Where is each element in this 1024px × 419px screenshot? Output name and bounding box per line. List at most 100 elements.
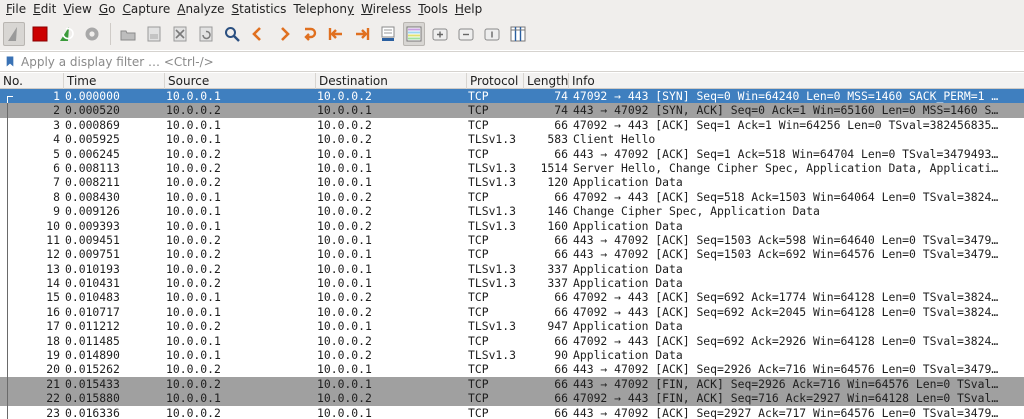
- column-header-info[interactable]: Info: [569, 73, 1024, 89]
- packet-source: 10.0.0.2: [166, 146, 221, 161]
- menu-file[interactable]: File: [4, 0, 31, 18]
- capture-options-button[interactable]: [81, 22, 103, 46]
- go-first-button[interactable]: [325, 22, 347, 46]
- normal-size-icon: [484, 28, 500, 41]
- packet-destination: 10.0.0.1: [317, 160, 372, 175]
- packet-row[interactable]: 23 0.016336 10.0.0.2 10.0.0.1 TCP 66 443 → 470…: [0, 405, 1024, 419]
- packet-row[interactable]: 11 0.009451 10.0.0.2 10.0.0.1 TCP 66 443 → 470…: [0, 232, 1024, 248]
- start-capture-button[interactable]: [3, 22, 25, 46]
- packet-row[interactable]: 3 0.000869 10.0.0.1 10.0.0.2 TCP 66 47092 → 44…: [0, 117, 1024, 133]
- menu-help[interactable]: Help: [453, 0, 487, 18]
- packet-row[interactable]: 5 0.006245 10.0.0.2 10.0.0.1 TCP 66 443 → 4709…: [0, 146, 1024, 161]
- packet-row[interactable]: 18 0.011485 10.0.0.1 10.0.0.2 TCP 66 47092 → 4…: [0, 333, 1024, 349]
- packet-row[interactable]: 7 0.008211 10.0.0.2 10.0.0.1 TLSv1.3 120 Appli…: [0, 175, 1024, 190]
- go-back-button[interactable]: [247, 22, 269, 46]
- packet-row[interactable]: 4 0.005925 10.0.0.1 10.0.0.2 TLSv1.3 583 Clien…: [0, 132, 1024, 147]
- zoom-out-icon: [458, 28, 474, 41]
- menu-help-label: elp: [463, 2, 483, 16]
- packet-time: 0.010483: [65, 290, 120, 305]
- packet-row[interactable]: 19 0.014890 10.0.0.1 10.0.0.2 TLSv1.3 90 Appli…: [0, 348, 1024, 363]
- packet-row[interactable]: 14 0.010431 10.0.0.2 10.0.0.1 TLSv1.3 337 Appl…: [0, 276, 1024, 291]
- column-header-time[interactable]: Time: [64, 73, 165, 89]
- go-back-icon: [252, 27, 261, 41]
- packet-number: 13: [46, 261, 60, 276]
- packet-number: 19: [46, 348, 60, 363]
- column-header-no[interactable]: No.: [0, 73, 64, 89]
- zoom-out-button[interactable]: [455, 22, 477, 46]
- menu-go[interactable]: Go: [97, 0, 121, 18]
- packet-info: 47092 → 443 [ACK] Seq=692 Ack=2926 Win=6…: [573, 333, 999, 348]
- packet-row[interactable]: 12 0.009751 10.0.0.2 10.0.0.1 TCP 66 443 → 470…: [0, 247, 1024, 262]
- packet-row[interactable]: 21 0.015433 10.0.0.2 10.0.0.1 TCP 66 443 → 470…: [0, 376, 1024, 392]
- packet-time: 0.000000: [65, 89, 120, 103]
- menu-analyze[interactable]: Analyze: [175, 0, 229, 18]
- save-file-button[interactable]: [143, 22, 165, 46]
- packet-row[interactable]: 22 0.015880 10.0.0.1 10.0.0.2 TCP 66 47092 → 4…: [0, 391, 1024, 406]
- packet-row[interactable]: 13 0.010193 10.0.0.2 10.0.0.1 TLSv1.3 337 Appl…: [0, 261, 1024, 277]
- menu-statistics[interactable]: Statistics: [230, 0, 292, 18]
- menu-tools[interactable]: Tools: [416, 0, 453, 18]
- find-packet-icon: [225, 27, 240, 42]
- restart-capture-button[interactable]: [55, 22, 77, 46]
- column-header-destination[interactable]: Destination: [316, 73, 467, 89]
- packet-row[interactable]: 6 0.008113 10.0.0.2 10.0.0.1 TLSv1.3 1514 Serv…: [0, 160, 1024, 176]
- column-header-protocol[interactable]: Protocol: [467, 73, 524, 89]
- reload-file-button[interactable]: [195, 22, 217, 46]
- packet-destination: 10.0.0.2: [317, 333, 372, 348]
- packet-length: 66: [554, 247, 568, 262]
- display-filter-input[interactable]: [20, 52, 1024, 71]
- stop-capture-icon: [32, 26, 48, 42]
- go-last-icon: [356, 28, 370, 40]
- packet-info: 47092 → 443 [FIN, ACK] Seq=716 Ack=2927 …: [573, 391, 999, 406]
- packet-row[interactable]: 17 0.011212 10.0.0.2 10.0.0.1 TLSv1.3 947 Appl…: [0, 319, 1024, 334]
- menu-capture[interactable]: Capture: [120, 0, 175, 18]
- open-file-button[interactable]: [117, 22, 139, 46]
- go-forward-button[interactable]: [273, 22, 295, 46]
- packet-row[interactable]: 15 0.010483 10.0.0.1 10.0.0.2 TCP 66 47092 → 4…: [0, 290, 1024, 305]
- packet-row[interactable]: 9 0.009126 10.0.0.1 10.0.0.2 TLSv1.3 146 Chang…: [0, 204, 1024, 219]
- packet-destination: 10.0.0.1: [317, 405, 372, 419]
- packet-number: 4: [53, 132, 60, 147]
- go-to-packet-button[interactable]: [299, 22, 321, 46]
- colorize-button[interactable]: [403, 22, 425, 46]
- packet-info: Application Data: [573, 319, 683, 334]
- packet-row[interactable]: 8 0.008430 10.0.0.1 10.0.0.2 TCP 66 47092 → 44…: [0, 189, 1024, 205]
- packet-source: 10.0.0.1: [166, 204, 221, 219]
- packet-number: 17: [46, 319, 60, 334]
- packet-source: 10.0.0.2: [166, 405, 221, 419]
- find-packet-button[interactable]: [221, 22, 243, 46]
- resize-columns-button[interactable]: [507, 22, 529, 46]
- menu-edit[interactable]: Edit: [31, 0, 61, 18]
- zoom-in-icon: [432, 28, 448, 41]
- normal-size-button[interactable]: [481, 22, 503, 46]
- packet-row[interactable]: 10 0.009393 10.0.0.1 10.0.0.2 TLSv1.3 160 Appl…: [0, 218, 1024, 233]
- menu-wireless[interactable]: Wireless: [359, 0, 416, 18]
- filter-bookmark-button[interactable]: [0, 52, 20, 71]
- packet-length: 583: [547, 132, 568, 147]
- column-header-length[interactable]: Length: [524, 73, 569, 89]
- menu-telephony[interactable]: Telephony: [291, 0, 359, 18]
- menu-view[interactable]: View: [61, 0, 96, 18]
- packet-row[interactable]: 20 0.015262 10.0.0.2 10.0.0.1 TCP 66 443 → 470…: [0, 362, 1024, 377]
- reload-file-icon: [199, 26, 213, 42]
- packet-source: 10.0.0.2: [166, 261, 221, 276]
- packet-number: 16: [46, 304, 60, 319]
- packet-rows: 1 0.000000 10.0.0.1 10.0.0.2 TCP 74 47092 → 44…: [0, 89, 1024, 419]
- go-last-button[interactable]: [351, 22, 373, 46]
- column-header-source[interactable]: Source: [165, 73, 316, 89]
- packet-protocol: TCP: [468, 333, 489, 348]
- packet-row[interactable]: 16 0.010717 10.0.0.1 10.0.0.2 TCP 66 47092 → 4…: [0, 304, 1024, 320]
- packet-source: 10.0.0.1: [166, 391, 221, 406]
- packet-source: 10.0.0.1: [166, 132, 221, 147]
- autoscroll-button[interactable]: [377, 22, 399, 46]
- packet-time: 0.010193: [65, 261, 120, 276]
- packet-row[interactable]: 1 0.000000 10.0.0.1 10.0.0.2 TCP 74 47092 → 44…: [0, 89, 1024, 104]
- packet-number: 6: [53, 160, 60, 175]
- packet-time: 0.015880: [65, 391, 120, 406]
- packet-info: 443 → 47092 [ACK] Seq=1503 Ack=692 Win=6…: [573, 247, 999, 262]
- stop-capture-button[interactable]: [29, 22, 51, 46]
- close-file-button[interactable]: [169, 22, 191, 46]
- packet-row[interactable]: 2 0.000520 10.0.0.2 10.0.0.1 TCP 74 443 → 4709…: [0, 103, 1024, 118]
- packet-time: 0.009451: [65, 232, 120, 247]
- zoom-in-button[interactable]: [429, 22, 451, 46]
